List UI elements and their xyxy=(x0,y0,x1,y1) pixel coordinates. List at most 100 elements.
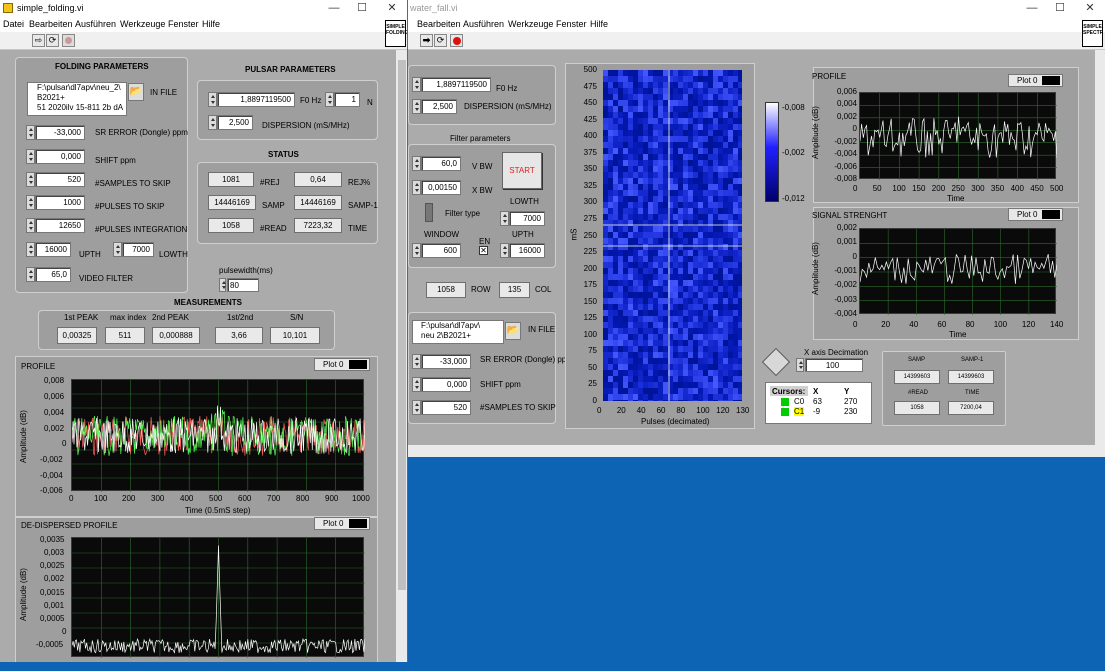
scroll-thumb[interactable] xyxy=(398,60,406,590)
dispersion-spinner[interactable] xyxy=(412,99,421,114)
profile-plot-legend[interactable]: Plot 0 xyxy=(314,358,370,371)
upth-spinner[interactable] xyxy=(26,242,35,257)
dispersion-field[interactable]: 2,500 xyxy=(217,115,253,130)
lowth-spinner[interactable] xyxy=(500,211,509,226)
decimation-field[interactable]: 100 xyxy=(805,358,863,372)
menu-ausfuehren[interactable]: Ausführen xyxy=(463,19,504,29)
menu-werkzeuge[interactable]: Werkzeuge xyxy=(120,19,165,29)
filter-type-switch[interactable] xyxy=(425,203,433,222)
browse-folder-icon[interactable]: 📂 xyxy=(505,322,521,340)
samples-skip-spinner[interactable] xyxy=(26,172,35,187)
samples-skip-field[interactable]: 520 xyxy=(421,400,471,415)
in-file-path[interactable]: F:\pulsar\dl7apv\neu_2\ B2021+ 51 2020il… xyxy=(27,82,127,116)
decimation-spinner[interactable] xyxy=(796,358,804,372)
dispersion-field[interactable]: 2,500 xyxy=(421,99,457,114)
xbw-field[interactable]: 0,00150 xyxy=(421,180,461,195)
pulses-integration-spinner[interactable] xyxy=(26,218,35,233)
cursor-c0-icon[interactable] xyxy=(781,398,789,406)
run-continuous-icon[interactable]: ⟳ xyxy=(434,34,447,47)
window-field[interactable]: 600 xyxy=(421,243,461,258)
abort-icon[interactable] xyxy=(450,34,463,47)
dedispersed-plot-area[interactable] xyxy=(71,537,365,658)
menu-fenster[interactable]: Fenster xyxy=(168,19,199,29)
vbw-field[interactable]: 60,0 xyxy=(421,156,461,171)
waterfall-cell xyxy=(633,172,638,178)
samples-skip-spinner[interactable] xyxy=(412,400,421,415)
close-button[interactable]: ✕ xyxy=(378,1,406,16)
right-profile-plot-legend[interactable]: Plot 0 xyxy=(1008,74,1063,87)
f0-field[interactable]: 1,8897119500 xyxy=(421,77,491,92)
upth-field[interactable]: 16000 xyxy=(35,242,71,257)
cursor-move-icon[interactable] xyxy=(761,347,791,377)
menu-hilfe[interactable]: Hilfe xyxy=(590,19,608,29)
window-spinner[interactable] xyxy=(412,243,421,258)
pulses-skip-field[interactable]: 1000 xyxy=(35,195,85,210)
dedispersed-title: DE-DISPERSED PROFILE xyxy=(21,521,118,530)
cursor-c1-icon[interactable] xyxy=(781,408,789,416)
right-profile-plot-area[interactable] xyxy=(859,92,1057,180)
f0-spinner[interactable] xyxy=(208,92,217,107)
lowth-field[interactable]: 7000 xyxy=(122,242,154,257)
menu-fenster[interactable]: Fenster xyxy=(556,19,587,29)
close-button[interactable]: ✕ xyxy=(1076,1,1104,16)
waterfall-plot[interactable] xyxy=(603,70,742,401)
waterfall-cell xyxy=(633,190,638,196)
dispersion-spinner[interactable] xyxy=(208,115,217,130)
pulsewidth-field[interactable]: 80 xyxy=(227,278,259,292)
vbw-spinner[interactable] xyxy=(412,156,421,171)
cursor-c1-x[interactable]: -9 xyxy=(813,407,820,416)
n-field[interactable]: 1 xyxy=(334,92,360,107)
video-filter-field[interactable]: 65,0 xyxy=(35,267,71,282)
horizontal-scrollbar[interactable] xyxy=(408,445,1105,457)
browse-folder-icon[interactable]: 📂 xyxy=(128,83,144,101)
shift-field[interactable]: 0,000 xyxy=(421,377,471,392)
abort-icon[interactable] xyxy=(62,34,75,47)
pulses-skip-spinner[interactable] xyxy=(26,195,35,210)
xbw-spinner[interactable] xyxy=(412,180,421,195)
pulsewidth-spinner[interactable] xyxy=(219,278,226,292)
maximize-button[interactable]: ☐ xyxy=(348,1,376,16)
shift-spinner[interactable] xyxy=(26,149,35,164)
cursor-c1-y[interactable]: 230 xyxy=(844,407,857,416)
menu-bearbeiten[interactable]: Bearbeiten xyxy=(417,19,461,29)
start-button[interactable]: START xyxy=(502,152,542,189)
n-spinner[interactable] xyxy=(325,92,334,107)
video-filter-spinner[interactable] xyxy=(26,267,35,282)
lowth-field[interactable]: 7000 xyxy=(509,211,545,226)
lowth-spinner[interactable] xyxy=(113,242,122,257)
vertical-scrollbar[interactable] xyxy=(1095,50,1105,445)
upth-spinner[interactable] xyxy=(500,243,509,258)
en-checkbox[interactable]: ✕ xyxy=(479,246,488,255)
samples-skip-field[interactable]: 520 xyxy=(35,172,85,187)
pulses-integration-field[interactable]: 12650 xyxy=(35,218,85,233)
minimize-button[interactable]: — xyxy=(320,1,348,16)
shift-spinner[interactable] xyxy=(412,377,421,392)
run-arrow-icon[interactable]: ⇨ xyxy=(32,34,45,47)
menu-ausfuehren[interactable]: Ausführen xyxy=(75,19,116,29)
maximize-button[interactable]: ☐ xyxy=(1046,1,1074,16)
signal-plot-legend[interactable]: Plot 0 xyxy=(1008,208,1063,221)
in-file-path[interactable]: F:\pulsar\dl7apv\ neu 2\B2021+ xyxy=(412,320,504,344)
cursor-c0-y[interactable]: 270 xyxy=(844,397,857,406)
run-continuous-icon[interactable]: ⟳ xyxy=(46,34,59,47)
f0-field[interactable]: 1,8897119500 xyxy=(217,92,295,107)
dedispersed-plot-legend[interactable]: Plot 0 xyxy=(314,517,370,530)
menu-hilfe[interactable]: Hilfe xyxy=(202,19,220,29)
waterfall-cell xyxy=(618,352,623,358)
f0-spinner[interactable] xyxy=(412,77,421,92)
menu-werkzeuge[interactable]: Werkzeuge xyxy=(508,19,553,29)
signal-plot-area[interactable] xyxy=(859,228,1057,315)
shift-field[interactable]: 0,000 xyxy=(35,149,85,164)
sr-error-field[interactable]: -33,000 xyxy=(421,354,471,369)
run-arrow-icon[interactable]: ➡ xyxy=(420,34,433,47)
sr-error-field[interactable]: -33,000 xyxy=(35,125,85,140)
sr-error-spinner[interactable] xyxy=(412,354,421,369)
upth-field[interactable]: 16000 xyxy=(509,243,545,258)
cursor-c0-x[interactable]: 63 xyxy=(813,397,822,406)
sr-error-spinner[interactable] xyxy=(26,125,35,140)
vertical-scrollbar[interactable] xyxy=(396,50,407,662)
profile-plot-area[interactable] xyxy=(71,379,365,492)
menu-datei[interactable]: Datei xyxy=(3,19,24,29)
minimize-button[interactable]: — xyxy=(1018,1,1046,16)
menu-bearbeiten[interactable]: Bearbeiten xyxy=(29,19,73,29)
